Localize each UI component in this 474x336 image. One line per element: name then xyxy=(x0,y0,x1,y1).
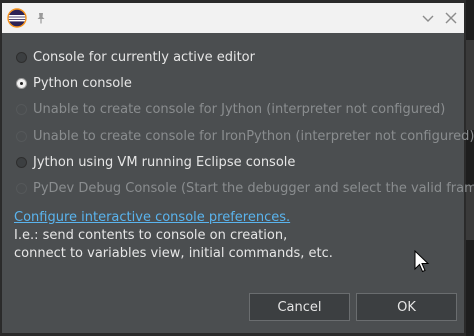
option-label: Unable to create console for Jython (int… xyxy=(33,101,446,117)
option-label: PyDev Debug Console (Start the debugger … xyxy=(33,180,474,196)
option-active-editor[interactable]: Console for currently active editor xyxy=(16,47,255,67)
console-type-dialog: Console for currently active editor Pyth… xyxy=(1,2,474,334)
radio-button-disabled xyxy=(16,103,27,115)
pin-icon[interactable] xyxy=(35,12,47,24)
option-label: Console for currently active editor xyxy=(33,49,255,65)
radio-button-disabled xyxy=(16,130,27,142)
close-icon[interactable] xyxy=(444,11,458,25)
radio-button-disabled xyxy=(16,182,27,194)
ok-button[interactable]: OK xyxy=(356,293,457,321)
option-jython-vm[interactable]: Jython using VM running Eclipse console xyxy=(16,152,295,172)
info-line: I.e.: send contents to console on creati… xyxy=(14,228,288,243)
title-bar xyxy=(2,3,464,33)
background-window-edge xyxy=(466,0,474,336)
option-pydev-debug-console: PyDev Debug Console (Start the debugger … xyxy=(16,178,474,198)
info-line: connect to variables view, initial comma… xyxy=(14,246,333,261)
option-label: Unable to create console for IronPython … xyxy=(33,128,474,144)
option-label: Jython using VM running Eclipse console xyxy=(33,154,296,170)
mouse-pointer-icon xyxy=(414,250,430,273)
eclipse-icon xyxy=(7,8,27,28)
radio-button[interactable] xyxy=(16,51,27,63)
cancel-button[interactable]: Cancel xyxy=(249,293,350,321)
radio-button[interactable] xyxy=(16,156,27,168)
option-label: Python console xyxy=(33,75,132,91)
option-ironpython-unavailable: Unable to create console for IronPython … xyxy=(16,126,474,146)
preferences-link[interactable]: Configure interactive console preference… xyxy=(14,210,290,225)
option-jython-unavailable: Unable to create console for Jython (int… xyxy=(16,99,445,119)
radio-button-selected[interactable] xyxy=(16,77,27,89)
option-python-console[interactable]: Python console xyxy=(16,73,132,93)
chevron-down-icon[interactable] xyxy=(421,11,435,25)
